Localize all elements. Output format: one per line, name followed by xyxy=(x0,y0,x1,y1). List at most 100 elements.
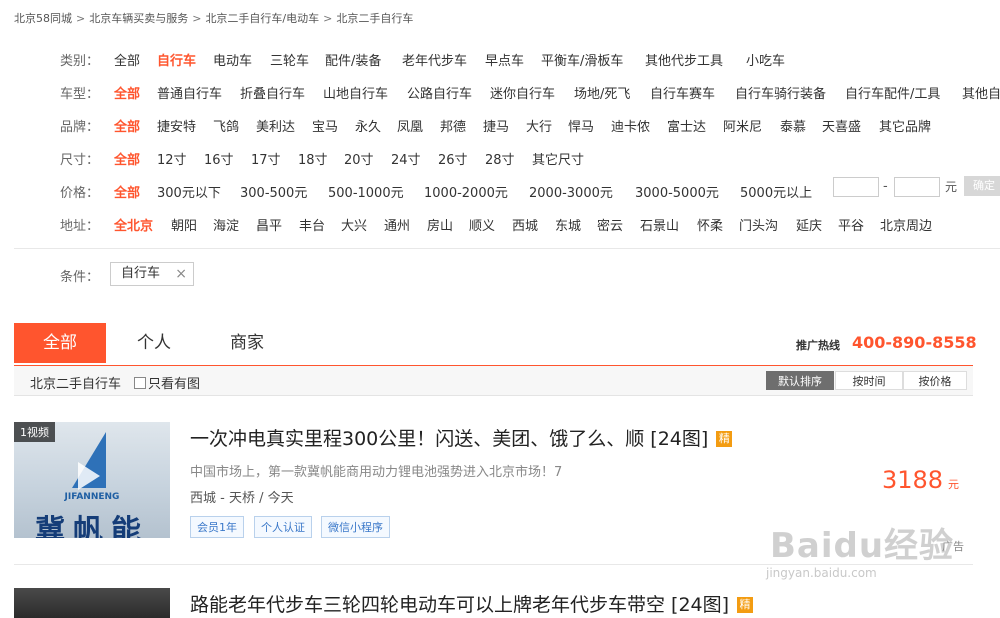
listing-thumbnail[interactable] xyxy=(14,588,170,618)
size-option-17[interactable]: 17寸 xyxy=(251,149,281,168)
price-option-500-1000[interactable]: 500-1000元 xyxy=(328,182,404,201)
breadcrumb-item-vehicles[interactable]: 北京车辆买卖与服务 xyxy=(89,12,188,25)
district-option-tongzhou[interactable]: 通州 xyxy=(384,215,410,234)
brand-option-amini[interactable]: 阿米尼 xyxy=(723,116,762,135)
price-option-1000-2000[interactable]: 1000-2000元 xyxy=(424,182,508,201)
sort-by-time-button[interactable]: 按时间 xyxy=(835,371,903,390)
district-option-haidian[interactable]: 海淀 xyxy=(213,215,239,234)
condition-tag-bicycle[interactable]: 自行车 × xyxy=(110,262,194,286)
breadcrumb-item-bikes[interactable]: 北京二手自行车 xyxy=(336,12,413,25)
district-option-fengtai[interactable]: 丰台 xyxy=(299,215,325,234)
brand-option-yongjiu[interactable]: 永久 xyxy=(355,116,381,135)
size-option-other[interactable]: 其它尺寸 xyxy=(532,149,584,168)
district-option-changping[interactable]: 昌平 xyxy=(256,215,282,234)
price-option-all[interactable]: 全部 xyxy=(114,182,140,201)
type-option-road[interactable]: 公路自行车 xyxy=(407,83,472,102)
price-option-under-300[interactable]: 300元以下 xyxy=(157,182,221,201)
category-option-parts[interactable]: 配件/装备 xyxy=(325,50,381,69)
listing-title-text[interactable]: 路能老年代步车三轮四轮电动车可以上牌老年代步车带空 [24图] xyxy=(190,594,729,616)
price-option-2000-3000[interactable]: 2000-3000元 xyxy=(529,182,613,201)
brand-option-bangde[interactable]: 邦德 xyxy=(440,116,466,135)
district-option-xicheng[interactable]: 西城 xyxy=(512,215,538,234)
type-option-folding[interactable]: 折叠自行车 xyxy=(240,83,305,102)
type-option-parts-tools[interactable]: 自行车配件/工具 xyxy=(845,83,940,102)
district-option-dongcheng[interactable]: 东城 xyxy=(555,215,581,234)
district-option-all-beijing[interactable]: 全北京 xyxy=(114,215,153,234)
brand-option-merida[interactable]: 美利达 xyxy=(256,116,295,135)
sort-default-button[interactable]: 默认排序 xyxy=(766,371,834,390)
size-option-16[interactable]: 16寸 xyxy=(204,149,234,168)
category-option-balance-scooter[interactable]: 平衡车/滑板车 xyxy=(541,50,623,69)
size-option-24[interactable]: 24寸 xyxy=(391,149,421,168)
size-option-12[interactable]: 12寸 xyxy=(157,149,187,168)
tab-personal[interactable]: 个人 xyxy=(119,323,189,363)
size-option-all[interactable]: 全部 xyxy=(114,149,140,168)
category-option-ebike[interactable]: 电动车 xyxy=(213,50,252,69)
brand-option-hummer[interactable]: 悍马 xyxy=(568,116,594,135)
price-option-over-5000[interactable]: 5000元以上 xyxy=(740,182,812,201)
district-option-surroundings[interactable]: 北京周边 xyxy=(880,215,932,234)
district-option-mentougou[interactable]: 门头沟 xyxy=(739,215,778,234)
breadcrumb-item-bikes-ebikes[interactable]: 北京二手自行车/电动车 xyxy=(205,12,319,25)
brand-option-phoenix[interactable]: 凤凰 xyxy=(397,116,423,135)
district-option-daxing[interactable]: 大兴 xyxy=(341,215,367,234)
type-option-racing[interactable]: 自行车赛车 xyxy=(650,83,715,102)
brand-option-taimu[interactable]: 泰慕 xyxy=(780,116,806,135)
listing-title-text[interactable]: 一次冲电真实里程300公里！闪送、美团、饿了么、顺 [24图] xyxy=(190,428,708,450)
price-max-input[interactable] xyxy=(894,177,940,197)
brand-option-jiema[interactable]: 捷马 xyxy=(483,116,509,135)
type-option-all[interactable]: 全部 xyxy=(114,83,140,102)
brand-option-feige[interactable]: 飞鸽 xyxy=(213,116,239,135)
play-icon[interactable] xyxy=(78,462,100,490)
brand-option-dahon[interactable]: 大行 xyxy=(526,116,552,135)
category-option-bicycle[interactable]: 自行车 xyxy=(157,50,196,69)
district-option-chaoyang[interactable]: 朝阳 xyxy=(171,215,197,234)
size-option-28[interactable]: 28寸 xyxy=(485,149,515,168)
district-option-miyun[interactable]: 密云 xyxy=(597,215,623,234)
brand-option-fujida[interactable]: 富士达 xyxy=(667,116,706,135)
price-confirm-button[interactable]: 确定 xyxy=(964,176,1000,196)
filter-row-brand: 品牌： 全部 捷安特 飞鸽 美利达 宝马 永久 凤凰 邦德 捷马 大行 悍马 迪… xyxy=(60,116,931,138)
type-option-regular[interactable]: 普通自行车 xyxy=(157,83,222,102)
brand-option-tianxisheng[interactable]: 天喜盛 xyxy=(822,116,861,135)
category-option-senior-scooter[interactable]: 老年代步车 xyxy=(402,50,467,69)
category-option-other-transport[interactable]: 其他代步工具 xyxy=(645,50,723,69)
brand-option-bmw[interactable]: 宝马 xyxy=(312,116,338,135)
breadcrumb-item-58[interactable]: 北京58同城 xyxy=(14,12,72,25)
size-option-20[interactable]: 20寸 xyxy=(344,149,374,168)
type-option-fixed-gear[interactable]: 场地/死飞 xyxy=(574,83,630,102)
listing-thumbnail[interactable]: JIFANNENG 冀帆能 1视频 xyxy=(14,422,170,538)
tab-merchant[interactable]: 商家 xyxy=(212,323,282,363)
price-option-300-500[interactable]: 300-500元 xyxy=(240,182,307,201)
size-option-18[interactable]: 18寸 xyxy=(298,149,328,168)
size-option-26[interactable]: 26寸 xyxy=(438,149,468,168)
district-option-shijingshan[interactable]: 石景山 xyxy=(640,215,679,234)
type-option-other[interactable]: 其他自 xyxy=(962,83,1000,102)
district-option-fangshan[interactable]: 房山 xyxy=(427,215,453,234)
price-option-3000-5000[interactable]: 3000-5000元 xyxy=(635,182,719,201)
brand-option-all[interactable]: 全部 xyxy=(114,116,140,135)
type-option-mountain[interactable]: 山地自行车 xyxy=(323,83,388,102)
price-min-input[interactable] xyxy=(833,177,879,197)
filter-divider xyxy=(14,248,1000,249)
district-option-huairou[interactable]: 怀柔 xyxy=(697,215,723,234)
checkbox-icon[interactable] xyxy=(134,377,146,389)
type-option-mini[interactable]: 迷你自行车 xyxy=(490,83,555,102)
brand-option-decathlon[interactable]: 迪卡侬 xyxy=(611,116,650,135)
close-icon[interactable]: × xyxy=(175,263,187,285)
type-option-gear[interactable]: 自行车骑行装备 xyxy=(735,83,826,102)
brand-option-giant[interactable]: 捷安特 xyxy=(157,116,196,135)
district-option-shunyi[interactable]: 顺义 xyxy=(469,215,495,234)
district-option-pinggu[interactable]: 平谷 xyxy=(838,215,864,234)
category-option-all[interactable]: 全部 xyxy=(114,50,140,69)
listing-title[interactable]: 一次冲电真实里程300公里！闪送、美团、饿了么、顺 [24图] 精 xyxy=(190,424,733,451)
sort-by-price-button[interactable]: 按价格 xyxy=(903,371,967,390)
photo-only-filter[interactable]: 只看有图 xyxy=(134,373,200,392)
category-option-snack-cart[interactable]: 小吃车 xyxy=(746,50,785,69)
district-option-yanqing[interactable]: 延庆 xyxy=(796,215,822,234)
tab-all[interactable]: 全部 xyxy=(14,323,106,363)
category-option-tricycle[interactable]: 三轮车 xyxy=(270,50,309,69)
category-option-breakfast-cart[interactable]: 早点车 xyxy=(485,50,524,69)
listing-title[interactable]: 路能老年代步车三轮四轮电动车可以上牌老年代步车带空 [24图] 精 xyxy=(190,590,754,617)
brand-option-other[interactable]: 其它品牌 xyxy=(879,116,931,135)
